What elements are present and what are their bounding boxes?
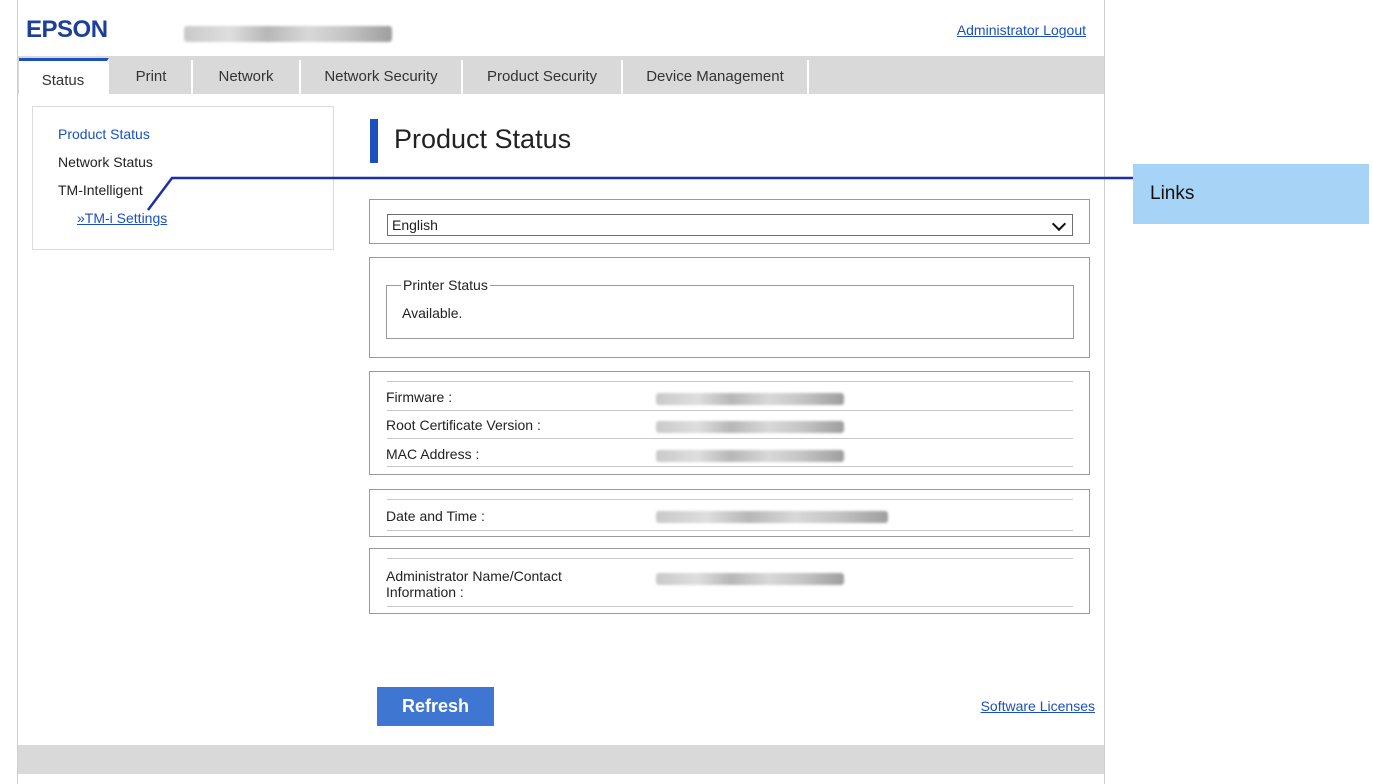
divider: [387, 381, 1073, 382]
divider: [387, 466, 1073, 467]
tab-network[interactable]: Network: [193, 60, 301, 94]
admin-contact-label-line-2: Information :: [386, 584, 464, 600]
language-select-value: English: [392, 217, 438, 233]
printer-status-value: Available.: [402, 305, 463, 321]
divider: [387, 530, 1073, 531]
tab-device-management[interactable]: Device Management: [623, 60, 809, 94]
language-section: English: [369, 199, 1090, 244]
tab-bar: Status Print Network Network Security Pr…: [18, 56, 1104, 96]
tab-print[interactable]: Print: [111, 60, 193, 94]
redacted-root-certificate-value: [656, 421, 844, 433]
divider: [387, 606, 1073, 607]
printer-status-section: Printer Status Available.: [369, 257, 1090, 358]
administrator-logout-link[interactable]: Administrator Logout: [957, 22, 1086, 38]
page-title-accent: [370, 119, 378, 163]
redacted-admin-contact-value: [656, 573, 844, 585]
footer-bar: [18, 745, 1104, 774]
tab-product-security[interactable]: Product Security: [463, 60, 623, 94]
epson-logo: EPSON: [26, 16, 108, 43]
admin-contact-section: Administrator Name/Contact Information :: [369, 548, 1090, 614]
page-title: Product Status: [394, 124, 572, 154]
date-time-section: Date and Time :: [369, 489, 1090, 537]
firmware-label: Firmware :: [386, 389, 453, 405]
divider: [387, 438, 1073, 439]
sidebar-item-tm-i-settings[interactable]: »TM-i Settings: [77, 210, 167, 226]
printer-status-legend: Printer Status: [401, 277, 490, 293]
root-certificate-label: Root Certificate Version :: [386, 417, 541, 433]
sidebar-item-network-status[interactable]: Network Status: [58, 154, 153, 170]
tab-network-security[interactable]: Network Security: [301, 60, 463, 94]
printer-status-group: Printer Status Available.: [386, 277, 1074, 339]
sidebar-item-product-status[interactable]: Product Status: [58, 126, 150, 142]
device-info-section: Firmware : Root Certificate Version : MA…: [369, 371, 1090, 475]
browser-page: EPSON Administrator Logout Status Print …: [17, 0, 1105, 784]
refresh-button[interactable]: Refresh: [377, 687, 494, 726]
tab-status[interactable]: Status: [19, 58, 109, 96]
links-callout-label: Links: [1150, 183, 1195, 204]
admin-contact-label-line-1: Administrator Name/Contact: [386, 568, 562, 584]
redacted-date-time-value: [656, 511, 888, 523]
redacted-printer-name: [184, 26, 392, 42]
sidebar-item-tm-intelligent: TM-Intelligent: [58, 182, 143, 198]
software-licenses-link[interactable]: Software Licenses: [981, 698, 1095, 714]
sidebar: Product Status Network Status TM-Intelli…: [32, 106, 334, 250]
language-select[interactable]: English: [387, 214, 1073, 236]
divider: [387, 410, 1073, 411]
redacted-firmware-value: [656, 393, 844, 405]
divider: [387, 499, 1073, 500]
redacted-mac-address-value: [656, 450, 844, 462]
links-callout: Links: [1133, 164, 1369, 224]
chevron-down-icon: [1051, 216, 1067, 232]
mac-address-label: MAC Address :: [386, 446, 480, 462]
divider: [387, 558, 1073, 559]
date-time-label: Date and Time :: [386, 508, 485, 524]
